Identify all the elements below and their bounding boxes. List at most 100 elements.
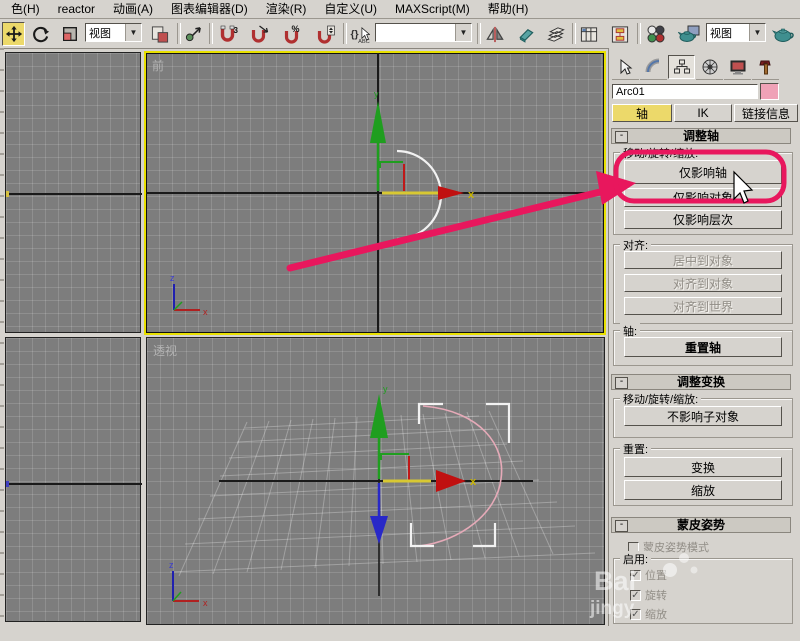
menu-bar: 色(H) reactor 动画(A) 图表编辑器(D) 渲染(R) 自定义(U)… — [0, 0, 800, 19]
chevron-down-icon[interactable]: ▼ — [125, 24, 141, 41]
enable-scale-checkbox[interactable]: ✓ 缩放 — [630, 606, 667, 622]
menu-item-help[interactable]: 帮助(H) — [479, 0, 538, 18]
menu-item-character[interactable]: 色(H) — [2, 0, 49, 18]
render-setup-button[interactable] — [675, 22, 703, 46]
check-icon[interactable]: ✓ — [630, 569, 641, 581]
viewport-perspective[interactable]: x y z x 透视 — [146, 337, 605, 625]
align-button[interactable] — [512, 22, 539, 46]
affect-hierarchy-only-button[interactable]: 仅影响层次 — [624, 210, 782, 229]
percent-snap-toggle-button[interactable]: % — [278, 22, 307, 46]
layers-icon — [547, 26, 565, 42]
align-icon — [518, 28, 534, 43]
named-selection-set-combo[interactable]: ▼ — [375, 23, 472, 42]
viewport-perspective-label[interactable]: 透视 — [153, 342, 177, 359]
gizmo-x-arrowhead[interactable] — [438, 186, 464, 200]
modify-pipe-icon — [645, 58, 659, 73]
collapse-icon[interactable]: - — [615, 520, 628, 532]
object-name-field[interactable] — [612, 84, 758, 99]
selection-brackets — [409, 402, 511, 548]
select-and-manipulate-button[interactable] — [181, 22, 206, 46]
ik-mode-button[interactable]: IK — [674, 104, 732, 122]
collapse-icon[interactable]: - — [615, 131, 628, 143]
move-icon — [5, 25, 22, 43]
tripod-x-label: x — [203, 598, 208, 608]
viewport-front-label[interactable]: 前 — [152, 57, 164, 74]
material-editor-button[interactable] — [641, 22, 671, 46]
select-and-scale-button[interactable] — [57, 22, 82, 46]
check-icon[interactable]: ✓ — [630, 589, 641, 601]
menu-item-maxscript[interactable]: MAXScript(M) — [386, 0, 479, 18]
group-reset-label: 重置: — [620, 441, 652, 457]
use-center-flyout-button[interactable] — [146, 22, 173, 46]
reference-coordinate-value: 视图 — [89, 27, 111, 40]
menu-item-graph-editors[interactable]: 图表编辑器(D) — [162, 0, 257, 18]
group-move-rotate-scale-label: 移动/旋转/缩放: — [620, 145, 702, 161]
utilities-hammer-icon — [758, 60, 771, 75]
left-edge-strip — [0, 48, 4, 626]
create-arrow-icon — [620, 58, 632, 75]
enable-scale-label: 缩放 — [645, 609, 667, 621]
gizmo-y-arrowhead[interactable] — [370, 394, 388, 438]
snap-toggle-button[interactable]: 3 — [213, 22, 241, 46]
link-info-mode-button[interactable]: 链接信息 — [734, 104, 798, 122]
edit-named-selections-button[interactable]: {} ABC — [347, 22, 373, 46]
center-to-object-button[interactable]: 居中到对象 — [624, 251, 782, 269]
gizmo-z-arrowhead[interactable] — [370, 516, 388, 544]
tab-create[interactable] — [612, 55, 639, 80]
reset-transform-button[interactable]: 变换 — [624, 457, 782, 477]
object-color-swatch[interactable] — [760, 83, 779, 100]
chevron-down-icon[interactable]: ▼ — [455, 24, 471, 41]
viewport-perspective-canvas: x y z x — [169, 384, 596, 608]
rollout-skin-pose[interactable]: - 蒙皮姿势 — [611, 517, 791, 533]
quick-render-button[interactable] — [769, 22, 798, 46]
dont-affect-children-button[interactable]: 不影响子对象 — [624, 406, 782, 426]
motion-wheel-icon — [702, 59, 717, 75]
tab-display[interactable] — [724, 55, 751, 80]
rollout-adjust-pivot[interactable]: - 调整轴 — [611, 128, 791, 144]
select-and-move-button[interactable] — [2, 22, 25, 46]
pivot-mode-button[interactable]: 轴 — [612, 104, 672, 122]
layer-manager-button[interactable] — [543, 22, 569, 46]
gizmo-y-arrowhead[interactable] — [370, 101, 386, 143]
svg-text:ABC: ABC — [358, 39, 370, 44]
menu-item-animation[interactable]: 动画(A) — [104, 0, 162, 18]
select-and-rotate-button[interactable] — [28, 22, 53, 46]
curve-editor-button[interactable] — [576, 22, 602, 46]
viewport-front[interactable]: x y z x 前 — [144, 51, 606, 335]
reset-scale-button[interactable]: 缩放 — [624, 480, 782, 500]
menu-item-reactor[interactable]: reactor — [49, 0, 104, 18]
tab-utilities[interactable] — [752, 55, 779, 80]
rollout-adjust-transform[interactable]: - 调整变换 — [611, 374, 791, 390]
hierarchy-tree-icon — [673, 59, 690, 74]
render-type-value: 视图 — [710, 27, 732, 40]
reset-pivot-button[interactable]: 重置轴 — [624, 337, 782, 357]
named-selection-input[interactable] — [376, 26, 455, 39]
mirror-button[interactable] — [481, 22, 508, 46]
enable-rotation-checkbox[interactable]: ✓ 旋转 — [630, 587, 667, 603]
affect-pivot-only-button[interactable]: 仅影响轴 — [624, 160, 782, 184]
viewport-top-left-canvas — [6, 191, 142, 197]
render-type-dropdown[interactable]: 视图 ▼ — [706, 23, 766, 42]
viewport-front-canvas: x y z x — [146, 53, 604, 333]
viewport-top-left[interactable] — [5, 52, 142, 333]
viewport-bottom-left[interactable] — [5, 337, 142, 622]
align-to-world-button[interactable]: 对齐到世界 — [624, 297, 782, 315]
affect-hierarchy-only-label: 仅影响层次 — [672, 213, 733, 227]
x-axis-label: x — [468, 189, 475, 201]
reference-coordinate-dropdown[interactable]: 视图 ▼ — [85, 23, 142, 42]
align-to-object-button[interactable]: 对齐到对象 — [624, 274, 782, 292]
tab-motion[interactable] — [696, 55, 723, 80]
affect-object-only-button[interactable]: 仅影响对象 — [624, 188, 782, 207]
arc-object-perspective[interactable] — [418, 405, 503, 547]
tab-modify[interactable] — [640, 55, 667, 80]
tab-hierarchy[interactable] — [668, 55, 695, 79]
menu-item-customize[interactable]: 自定义(U) — [315, 0, 386, 18]
collapse-icon[interactable]: - — [615, 377, 628, 389]
chevron-down-icon[interactable]: ▼ — [749, 24, 765, 41]
menu-item-rendering[interactable]: 渲染(R) — [257, 0, 316, 18]
angle-snap-toggle-button[interactable] — [245, 22, 274, 46]
check-icon[interactable]: ✓ — [630, 608, 641, 620]
spinner-snap-toggle-button[interactable] — [311, 22, 340, 46]
enable-position-checkbox[interactable]: ✓ 位置 — [630, 567, 667, 583]
schematic-view-button[interactable] — [606, 22, 633, 46]
